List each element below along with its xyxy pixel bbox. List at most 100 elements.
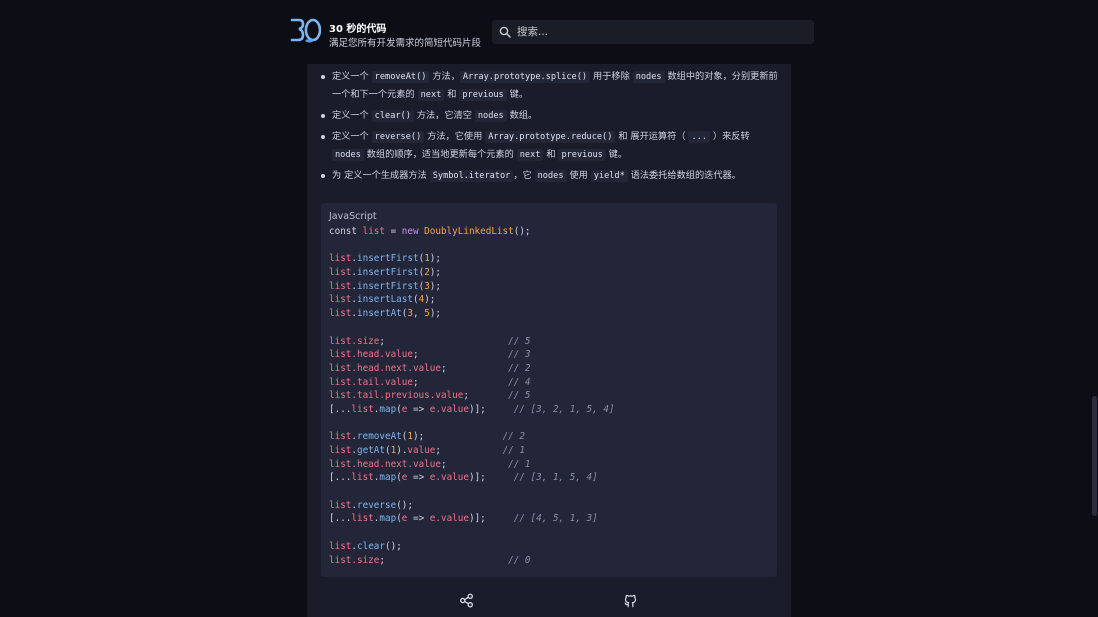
code-token: [... [329, 472, 352, 484]
inline-code: nodes [534, 170, 567, 182]
code-token: ); [429, 308, 442, 320]
description-text: ，它 [513, 170, 535, 181]
search-input[interactable] [515, 25, 799, 39]
description-text: 为 定义一个生成器方法 [332, 170, 430, 181]
code-line: list.insertLast(4); [329, 293, 615, 307]
code-line: const list = new DoublyLinkedList(); [329, 225, 615, 239]
code-token: // [3, 2, 1, 5, 4] [513, 403, 615, 415]
code-token: // [4, 5, 1, 3] [513, 513, 598, 525]
code-token: ; [412, 376, 509, 388]
code-token: // 1 [508, 458, 531, 470]
description-text: ）来反转 [710, 131, 750, 142]
description-text: 数组。 [506, 110, 538, 121]
code-line: list.tail.value; // 4 [329, 376, 615, 390]
code-token: list [351, 472, 374, 484]
code-token: list [329, 499, 352, 511]
inline-code: nodes [474, 110, 507, 122]
description-text: 和 展开运算符（ [615, 131, 689, 142]
description-text: 语法委托给数组的迭代器。 [627, 170, 741, 181]
description-text: 定义一个 [332, 71, 372, 82]
code-token: // 0 [508, 554, 531, 566]
code-token: ; [435, 445, 503, 456]
code-token: list [362, 226, 385, 237]
code-token: list [329, 431, 352, 443]
logo-icon[interactable] [289, 16, 321, 44]
code-block: JavaScript const list = new DoublyLinked… [321, 203, 777, 577]
code-token: list.size [329, 554, 380, 566]
inline-code: removeAt() [371, 71, 430, 83]
code-line: list.insertFirst(1); [329, 252, 615, 266]
code-token: clear [357, 540, 385, 552]
code-token: e.value [429, 403, 469, 415]
code-line: list.size; // 5 [329, 335, 615, 349]
code-token: list [329, 445, 352, 456]
site-header: 30 秒的代码 满足您所有开发需求的简短代码片段 [0, 0, 1098, 62]
code-line: list.tail.previous.value; // 5 [329, 389, 615, 403]
code-token: list [329, 267, 352, 279]
description-text: 键。 [506, 89, 529, 100]
search-bar[interactable] [492, 20, 814, 44]
code-token: ). [396, 445, 408, 456]
code-line: list.insertFirst(3); [329, 280, 615, 294]
code-token: => [407, 472, 430, 484]
code-line: list.insertFirst(2); [329, 266, 615, 280]
code-token: list.head.next.value [329, 458, 441, 470]
code-token: ); [424, 294, 436, 306]
code-token: list.head.value [329, 349, 413, 361]
description-text: 方法，它使用 [424, 131, 486, 142]
code-token: reverse [357, 499, 397, 511]
code-token: // 2 [502, 431, 525, 443]
code-token: (); [396, 499, 413, 511]
page-scrollbar[interactable] [1092, 396, 1097, 516]
code-token: map [379, 403, 397, 415]
description-text: 方法， [429, 71, 460, 82]
code-content: const list = new DoublyLinkedList(); list… [329, 225, 615, 567]
code-token: ; [440, 458, 509, 470]
inline-code: ... [688, 131, 711, 143]
code-token: => [407, 403, 430, 415]
code-token: insertLast [357, 294, 413, 306]
code-token: // 1 [502, 445, 525, 456]
code-token: [... [329, 513, 352, 525]
code-token: list.tail.previous.value [329, 390, 464, 402]
code-token: map [379, 472, 397, 484]
description-text: 和 [444, 89, 460, 100]
inline-code: yield* [590, 170, 628, 182]
code-token: = [384, 226, 402, 237]
code-token: new [401, 226, 425, 237]
code-line: [...list.map(e => e.value)]; // [3, 1, 5… [329, 471, 615, 485]
code-token: list.tail.value [329, 376, 413, 388]
code-token: insertFirst [357, 253, 419, 265]
code-token: ; [412, 349, 509, 361]
description-item: 定义一个 reverse() 方法，它使用 Array.prototype.re… [318, 128, 778, 164]
code-token: value [407, 445, 436, 456]
description-list: 定义一个 removeAt() 方法， Array.prototype.splic… [318, 68, 778, 188]
code-token: // 4 [508, 376, 531, 388]
code-token: list.head.next.value [329, 362, 441, 374]
code-token: insertFirst [357, 280, 419, 292]
code-token: )]; [468, 513, 514, 525]
github-icon[interactable] [623, 593, 638, 608]
inline-code: next [417, 89, 445, 101]
code-token: ; [463, 390, 509, 402]
code-token: // 5 [508, 335, 531, 347]
share-icon[interactable] [459, 593, 474, 608]
inline-code: next [516, 149, 544, 161]
description-text: 使用 [566, 170, 591, 181]
code-token: list.size [329, 335, 380, 347]
code-line: list.size; // 0 [329, 554, 615, 568]
description-text: 用于移除 [590, 71, 633, 82]
code-token: // [3, 1, 5, 4] [513, 472, 598, 484]
code-line: list.reverse(); [329, 499, 615, 513]
description-item: 定义一个 clear() 方法，它清空 nodes 数组。 [318, 107, 778, 125]
description-item: 定义一个 removeAt() 方法， Array.prototype.splic… [318, 68, 778, 104]
code-token: list [329, 280, 352, 292]
description-item: 为 定义一个生成器方法 Symbol.iterator ，它 nodes 使用 y… [318, 167, 778, 185]
brand-title[interactable]: 30 秒的代码 [329, 20, 386, 35]
code-token: [... [329, 403, 352, 415]
code-line: [...list.map(e => e.value)]; // [4, 5, 1… [329, 512, 615, 526]
code-token: , [413, 308, 425, 320]
code-line: [...list.map(e => e.value)]; // [3, 2, 1… [329, 403, 615, 417]
